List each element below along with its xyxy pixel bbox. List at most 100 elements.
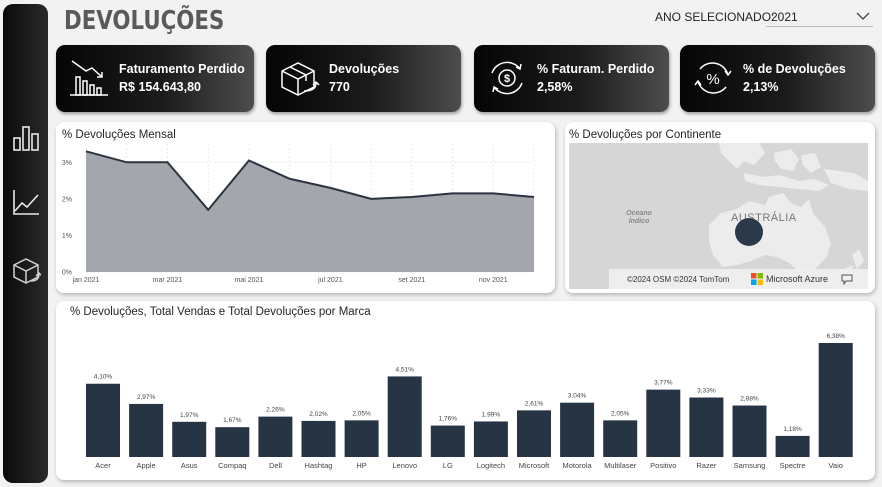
bar[interactable] xyxy=(387,376,422,457)
year-select-value: 2021 xyxy=(771,10,798,24)
kpi-title: Faturamento Perdido xyxy=(119,62,245,76)
bar-category-label: Vaio xyxy=(828,461,842,470)
map-provider-text: Microsoft Azure xyxy=(766,274,829,284)
bar-data-label: 2,05% xyxy=(352,410,371,417)
map-bubble[interactable] xyxy=(735,218,763,246)
y-tick-label: 0% xyxy=(62,270,72,277)
bar-category-label: Positivo xyxy=(650,461,676,470)
bar[interactable] xyxy=(517,410,551,457)
x-tick-label: jul 2021 xyxy=(317,277,343,284)
data-point[interactable] xyxy=(451,192,454,195)
continent-map-card: % Devoluções por Continente Oceano Índic… xyxy=(565,122,875,293)
kpi-card-faturamento-perdido: Faturamento Perdido R$ 154.643,80 xyxy=(56,45,254,112)
bar-data-label: 2,05% xyxy=(611,410,630,417)
bar[interactable] xyxy=(430,425,465,457)
bar[interactable] xyxy=(732,405,767,457)
data-point[interactable] xyxy=(329,186,332,189)
bar[interactable] xyxy=(301,420,336,457)
bar-data-label: 2,02% xyxy=(309,411,328,418)
x-tick-label: jan 2021 xyxy=(72,277,100,284)
data-point[interactable] xyxy=(288,177,291,180)
x-tick-label: mar 2021 xyxy=(153,277,183,284)
bar[interactable] xyxy=(646,389,681,457)
bar-chart-icon[interactable] xyxy=(11,123,41,153)
bar-category-label: Razer xyxy=(696,461,717,470)
bar-data-label: 2,26% xyxy=(266,407,285,414)
data-point[interactable] xyxy=(207,208,210,211)
bar-data-label: 1,97% xyxy=(180,412,199,419)
bar-category-label: Lenovo xyxy=(392,461,417,470)
year-select[interactable]: 2021 xyxy=(766,6,873,27)
bar-category-label: Logitech xyxy=(477,461,505,470)
bar[interactable] xyxy=(560,402,595,457)
bar[interactable] xyxy=(689,397,724,457)
bar-data-label: 4,10% xyxy=(94,374,113,381)
data-point[interactable] xyxy=(370,197,373,200)
data-point[interactable] xyxy=(410,196,413,199)
percent-cycle-icon: % xyxy=(694,62,732,94)
bar-data-label: 1,18% xyxy=(783,426,802,433)
x-tick-label: mai 2021 xyxy=(235,277,264,284)
bar-category-label: Compaq xyxy=(218,461,246,470)
x-tick-label: set 2021 xyxy=(398,277,425,284)
map-attribution-text: ©2024 OSM ©2024 TomTom xyxy=(627,275,730,284)
bar-data-label: 3,33% xyxy=(697,387,716,394)
data-point[interactable] xyxy=(125,161,128,164)
feedback-icon[interactable] xyxy=(841,273,853,285)
y-tick-label: 1% xyxy=(62,233,72,240)
money-cycle-icon: $ xyxy=(491,61,523,95)
bar[interactable] xyxy=(258,416,293,457)
kpi-card-percent-devolucoes: % % de Devoluções 2,13% xyxy=(680,45,875,112)
svg-text:$: $ xyxy=(504,73,510,85)
bar-category-label: Asus xyxy=(181,461,198,470)
bar-category-label: LG xyxy=(443,461,453,470)
kpi-card-percent-faturamento-perdido: $ % Faturam. Perdido 2,58% xyxy=(474,45,669,112)
bar-data-label: 4,51% xyxy=(395,366,414,373)
data-point[interactable] xyxy=(533,196,536,199)
area-fill xyxy=(86,151,534,272)
bar-category-label: Motorola xyxy=(563,461,593,470)
monthly-returns-card: % Devoluções Mensal 0% 1% 2% 3% jan 2021 mar … xyxy=(56,122,555,293)
bar[interactable] xyxy=(86,383,120,457)
bar[interactable] xyxy=(129,403,164,457)
chevron-down-icon xyxy=(856,12,870,20)
bar[interactable] xyxy=(473,421,508,457)
bar[interactable] xyxy=(818,343,853,457)
map-canvas[interactable]: Oceano Índico AUSTRÁLIA ©2024 OSM ©2024 … xyxy=(569,143,868,289)
bar[interactable] xyxy=(344,420,379,457)
kpi-card-devolucoes: Devoluções 770 xyxy=(266,45,461,112)
data-point[interactable] xyxy=(166,161,169,164)
brand-returns-card: % Devoluções, Total Vendas e Total Devol… xyxy=(56,301,875,480)
data-point[interactable] xyxy=(85,150,88,153)
kpi-title: Devoluções xyxy=(329,62,400,76)
bar-data-label: 2,61% xyxy=(525,400,544,407)
monthly-area-chart: 0% 1% 2% 3% jan 2021 mar 2021 mai 2021 jul 2021… xyxy=(62,144,536,284)
map-attribution: ©2024 OSM ©2024 TomTom Microsoft Azure xyxy=(609,269,868,289)
page-title: DEVOLUÇÕES xyxy=(64,6,225,36)
line-chart-icon[interactable] xyxy=(11,187,41,217)
svg-text:%: % xyxy=(706,71,719,88)
data-point[interactable] xyxy=(247,159,250,162)
bar[interactable] xyxy=(775,435,810,457)
bar-data-label: 2,97% xyxy=(137,394,156,401)
y-tick-label: 2% xyxy=(62,196,72,203)
bar-data-label: 2,88% xyxy=(740,396,759,403)
map-ocean-label: Oceano Índico xyxy=(626,210,652,225)
bar[interactable] xyxy=(603,420,638,457)
sidebar-nav xyxy=(3,4,48,483)
kpi-title: % de Devoluções xyxy=(743,62,846,76)
brand-bar-chart: 4,10% Acer 2,97% Apple 1,97% Asus 1,67% Compaq 2… xyxy=(86,333,853,470)
falling-chart-icon xyxy=(70,60,108,96)
bar[interactable] xyxy=(215,427,250,457)
data-point[interactable] xyxy=(492,192,495,195)
kpi-title: % Faturam. Perdido xyxy=(537,62,655,76)
map-title: % Devoluções por Continente xyxy=(569,129,722,141)
bar-data-label: 1,99% xyxy=(482,411,501,418)
bar-data-label: 1,67% xyxy=(223,417,242,424)
bar-category-label: Dell xyxy=(269,461,282,470)
bar-data-label: 3,04% xyxy=(568,393,587,400)
bar[interactable] xyxy=(172,421,207,457)
y-tick-label: 3% xyxy=(62,160,72,167)
kpi-value: 2,13% xyxy=(743,80,779,94)
return-box-icon[interactable] xyxy=(11,255,41,285)
